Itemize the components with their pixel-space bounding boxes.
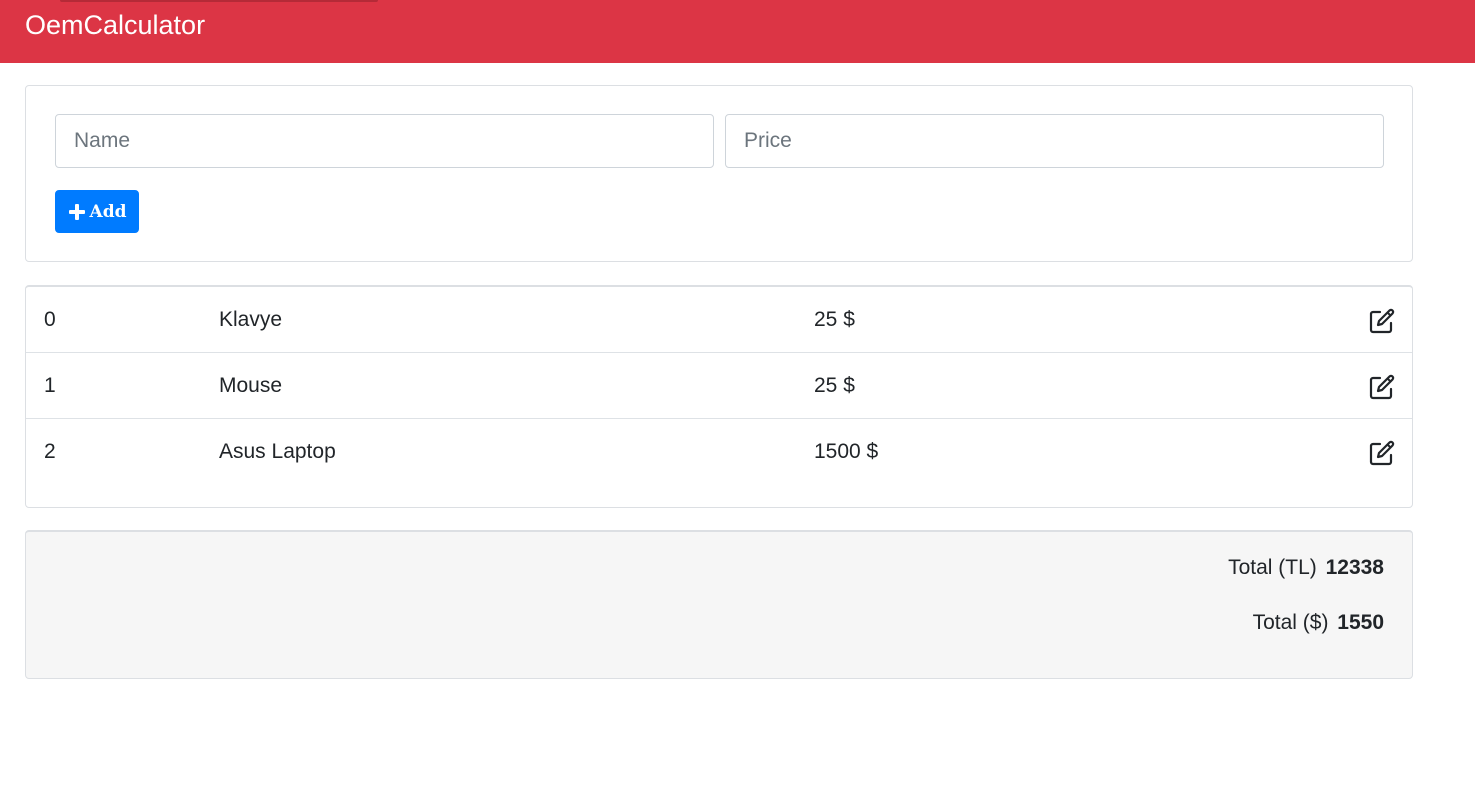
total-tl-value: 12338	[1325, 556, 1384, 579]
item-price: 25 $	[814, 308, 855, 331]
item-price: 1500 $	[814, 440, 879, 463]
item-index: 1	[44, 374, 56, 397]
total-usd: Total ($) 1550	[1253, 610, 1384, 636]
plus-icon	[68, 203, 85, 220]
item-index: 2	[44, 440, 56, 463]
navbar-accent-bar	[60, 0, 378, 2]
list-item: 0 Klavye 25 $	[26, 287, 1412, 353]
name-input[interactable]	[55, 114, 714, 168]
edit-icon[interactable]	[1368, 373, 1396, 401]
navbar: OemCalculator	[0, 0, 1475, 63]
add-button[interactable]: Add	[55, 190, 139, 233]
edit-icon[interactable]	[1368, 307, 1396, 335]
item-name: Klavye	[219, 308, 283, 331]
item-price: 25 $	[814, 374, 855, 397]
add-button-label: Add	[89, 201, 127, 222]
item-name: Asus Laptop	[219, 440, 336, 463]
items-list: 0 Klavye 25 $ 1 Mouse 25 $ 2 Asus Laptop…	[25, 285, 1413, 508]
total-tl: Total (TL) 12338	[1228, 555, 1384, 581]
list-item: 2 Asus Laptop 1500 $	[26, 419, 1412, 485]
total-usd-label: Total ($)	[1252, 611, 1329, 634]
total-tl-label: Total (TL)	[1228, 556, 1317, 579]
item-name: Mouse	[219, 374, 283, 397]
add-item-form: Add	[25, 85, 1413, 262]
edit-icon[interactable]	[1368, 439, 1396, 467]
item-index: 0	[44, 308, 56, 331]
list-item: 1 Mouse 25 $	[26, 353, 1412, 419]
price-input[interactable]	[725, 114, 1384, 168]
totals-panel: Total (TL) 12338 Total ($) 1550	[25, 530, 1413, 679]
app-brand[interactable]: OemCalculator	[25, 8, 205, 42]
total-usd-value: 1550	[1337, 611, 1384, 634]
